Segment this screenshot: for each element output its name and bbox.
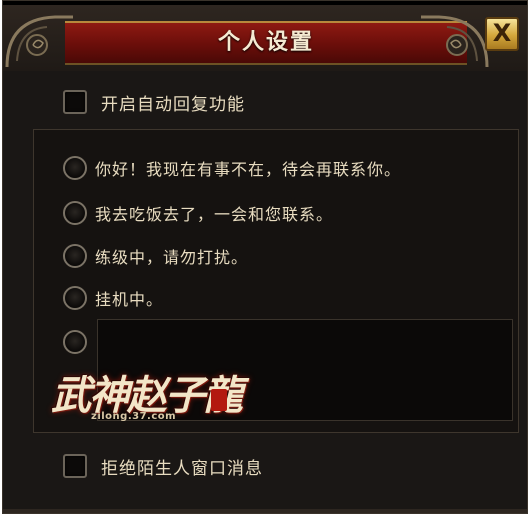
reply-option-radio[interactable] <box>63 286 87 310</box>
close-button[interactable]: X <box>485 17 519 51</box>
right-ornament-icon <box>421 15 489 68</box>
dialog-header: 个人设置 X <box>3 5 527 71</box>
reply-option-4[interactable]: 挂机中。 <box>63 283 163 313</box>
reject-strangers-toggle[interactable]: 拒绝陌生人窗口消息 <box>63 451 263 481</box>
game-logo: 武神赵子龍 zilong.37.com <box>51 363 243 433</box>
bottom-divider <box>3 509 527 513</box>
reply-option-label: 挂机中。 <box>95 290 164 309</box>
reject-strangers-checkbox[interactable] <box>63 454 87 478</box>
reply-option-label: 练级中，请勿打扰。 <box>95 248 249 267</box>
reply-option-radio[interactable] <box>63 244 87 268</box>
reply-option-1[interactable]: 你好！我现在有事不在，待会再联系你。 <box>63 153 401 183</box>
personal-settings-dialog: 个人设置 X 开启自动回复功能 你好！我现在有事不在，待会再联系你。 我去吃饭去… <box>2 0 528 514</box>
reply-option-radio[interactable] <box>63 201 87 225</box>
auto-reply-label: 开启自动回复功能 <box>101 94 245 115</box>
reply-option-2[interactable]: 我去吃饭去了，一会和您联系。 <box>63 198 333 228</box>
title-bar: 个人设置 <box>65 21 467 65</box>
dialog-title: 个人设置 <box>217 30 314 55</box>
reject-strangers-label: 拒绝陌生人窗口消息 <box>101 458 263 479</box>
reply-option-label: 你好！我现在有事不在，待会再联系你。 <box>95 160 402 179</box>
reply-option-radio[interactable] <box>63 156 87 180</box>
logo-url: zilong.37.com <box>91 411 177 422</box>
auto-reply-toggle[interactable]: 开启自动回复功能 <box>63 87 245 117</box>
reply-option-custom[interactable] <box>63 327 87 357</box>
reply-option-3[interactable]: 练级中，请勿打扰。 <box>63 241 248 271</box>
auto-reply-checkbox[interactable] <box>63 90 87 114</box>
reply-option-radio[interactable] <box>63 330 87 354</box>
reply-option-label: 我去吃饭去了，一会和您联系。 <box>95 205 334 224</box>
logo-seal <box>211 389 227 411</box>
